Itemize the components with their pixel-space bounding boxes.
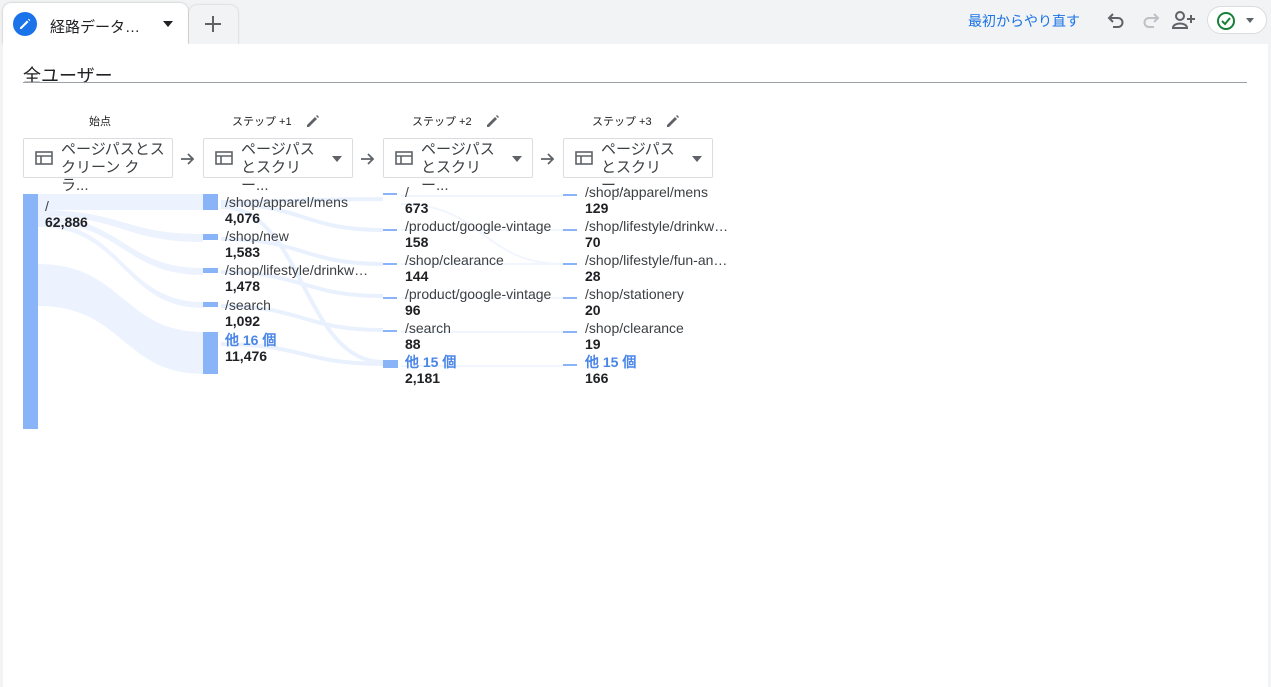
- chevron-down-icon: [1246, 18, 1254, 23]
- node-value: 19: [585, 336, 601, 352]
- node-bar[interactable]: [203, 268, 218, 273]
- node-value: 144: [405, 268, 429, 284]
- node-value: 1,092: [225, 313, 261, 329]
- more-nodes-link[interactable]: 他 15 個: [405, 354, 456, 370]
- node-bar[interactable]: [203, 332, 218, 374]
- add-tab-button[interactable]: [189, 5, 238, 44]
- more-nodes-link[interactable]: 他 15 個: [585, 354, 636, 370]
- node-label[interactable]: /shop/clearance: [405, 252, 504, 268]
- node-value: 158: [405, 234, 429, 250]
- node-label[interactable]: /shop/apparel/mens: [225, 194, 348, 210]
- node-label[interactable]: /shop/lifestyle/drinkware: [225, 262, 373, 278]
- node-bar[interactable]: [383, 263, 397, 265]
- edit-pencil-icon: [13, 12, 37, 36]
- node-value: 1,583: [225, 244, 261, 260]
- node-value: 166: [585, 370, 609, 386]
- status-menu[interactable]: [1207, 6, 1267, 34]
- add-person-icon: [1171, 11, 1195, 29]
- node-bar[interactable]: [563, 297, 577, 299]
- undo-button[interactable]: [1104, 8, 1128, 32]
- node-value: 62,886: [45, 214, 88, 230]
- check-circle-icon: [1217, 12, 1235, 30]
- node-bar[interactable]: [203, 234, 218, 240]
- node-bar[interactable]: [563, 364, 577, 366]
- node-label[interactable]: /search: [405, 320, 451, 336]
- node-bar[interactable]: [383, 330, 397, 332]
- top-bar: 経路データ探索 最初からやり直す: [0, 0, 1271, 44]
- node-label[interactable]: /product/google-vintage: [405, 286, 551, 302]
- chevron-down-icon[interactable]: [163, 21, 173, 27]
- tab-label: 経路データ探索: [50, 19, 150, 36]
- node-value: 1,478: [225, 278, 261, 294]
- node-bar[interactable]: [383, 297, 397, 299]
- node-value: 129: [585, 200, 609, 216]
- plus-icon: [205, 16, 221, 32]
- node-bar[interactable]: [383, 229, 397, 231]
- node-label[interactable]: /shop/new: [225, 228, 289, 244]
- exploration-canvas: 全ユーザー 始点 ステップ +1 ステップ +2 ステップ +3 ページパスとス…: [3, 44, 1268, 687]
- node-label[interactable]: /shop/lifestyle/drinkware: [585, 218, 733, 234]
- node-value: 28: [585, 268, 601, 284]
- redo-icon: [1143, 13, 1160, 28]
- node-value: 673: [405, 200, 429, 216]
- reset-button[interactable]: 最初からやり直す: [968, 11, 1080, 31]
- node-bar[interactable]: [563, 229, 577, 231]
- node-value: 96: [405, 302, 421, 318]
- node-label[interactable]: /: [405, 184, 409, 200]
- share-button[interactable]: [1171, 8, 1195, 32]
- more-nodes-link[interactable]: 他 16 個: [225, 332, 276, 348]
- node-value: 4,076: [225, 210, 261, 226]
- node-value: 11,476: [225, 348, 268, 364]
- node-bar[interactable]: [203, 302, 218, 307]
- node-label[interactable]: /shop/lifestyle/fun-and-games: [585, 252, 733, 268]
- node-bar[interactable]: [563, 331, 577, 333]
- node-label[interactable]: /shop/apparel/mens: [585, 184, 708, 200]
- node-value: 88: [405, 336, 421, 352]
- node-bar[interactable]: [23, 194, 38, 429]
- node-bars: [23, 193, 577, 429]
- node-label[interactable]: /: [45, 198, 49, 214]
- node-label[interactable]: /shop/stationery: [585, 286, 684, 302]
- redo-button[interactable]: [1139, 8, 1163, 32]
- undo-icon: [1107, 13, 1124, 28]
- node-label[interactable]: /shop/clearance: [585, 320, 684, 336]
- node-bar[interactable]: [563, 263, 577, 265]
- exploration-tab[interactable]: 経路データ探索: [3, 3, 188, 44]
- node-bar[interactable]: [383, 193, 397, 195]
- node-value: 70: [585, 234, 601, 250]
- node-value: 2,181: [405, 370, 441, 386]
- node-bar[interactable]: [563, 194, 577, 196]
- node-value: 20: [585, 302, 601, 318]
- node-bar[interactable]: [383, 360, 398, 368]
- node-bar[interactable]: [203, 194, 218, 210]
- node-label[interactable]: /product/google-vintage: [405, 218, 551, 234]
- node-label[interactable]: /search: [225, 297, 271, 313]
